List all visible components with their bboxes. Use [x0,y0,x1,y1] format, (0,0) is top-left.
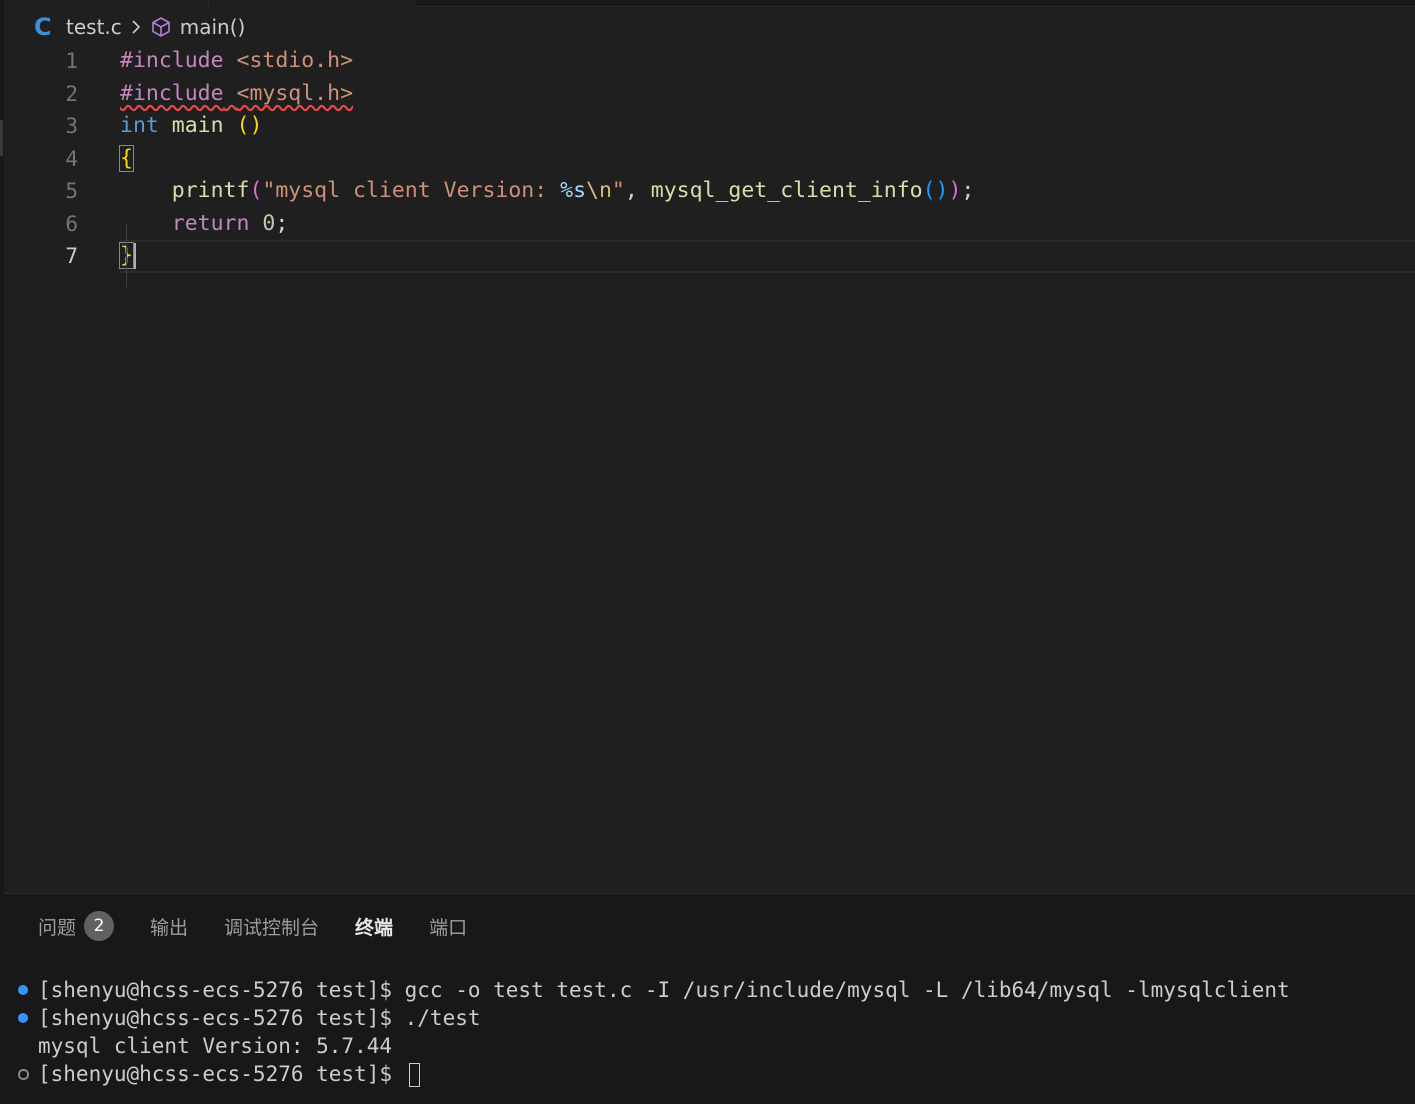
line-number: 3 [65,114,78,138]
line-number-active: 7 [65,244,78,268]
terminal-line: [shenyu@hcss-ecs-5276 test]$ ./test [14,1004,1415,1032]
tab-debug-console[interactable]: 调试控制台 [224,913,319,940]
line-number: 4 [65,146,78,171]
code-line-2[interactable]: #include <mysql.h> [120,78,1415,111]
paren-pair: () [236,113,263,138]
command-decoration-icon[interactable] [18,985,28,995]
code-editor[interactable]: 1 2 3 4 5 6 7 #include <stdio.h> #includ… [4,45,1415,885]
text-cursor [133,243,136,269]
command-decoration-icon[interactable] [18,1013,28,1023]
line-number: 1 [65,49,78,73]
preprocessor-directive: #include [120,80,224,106]
paren-close: ) [948,178,962,203]
type-keyword: int [120,113,159,138]
breadcrumb-file[interactable]: test.c [66,15,122,39]
tab-bar-empty-area [416,0,1415,7]
chevron-right-icon [130,18,142,36]
semicolon: ; [961,178,975,203]
scroll-marker [0,120,3,156]
tab-output[interactable]: 输出 [150,913,188,940]
string-literal-end: " [611,178,625,203]
tab-problems[interactable]: 问题 2 [38,911,115,941]
tab-ports[interactable]: 端口 [429,913,467,940]
code-lines[interactable]: #include <stdio.h> #include <mysql.h> in… [119,45,1415,273]
terminal-line-text: [shenyu@hcss-ecs-5276 test]$ gcc -o test… [38,978,1290,1002]
breadcrumb: C test.c main() [34,12,245,42]
terminal-prompt-text: [shenyu@hcss-ecs-5276 test]$ [38,1062,405,1086]
number-literal: 0 [262,210,276,236]
open-brace: { [119,144,134,172]
include-header: <stdio.h> [236,48,354,73]
tab-terminal[interactable]: 终端 [355,913,393,940]
function-name: main [171,113,224,138]
code-line-6[interactable]: return 0; [120,208,1415,241]
tab-problems-label: 问题 [38,916,77,939]
preprocessor-directive: #include [120,48,224,73]
function-call: printf [171,178,250,203]
terminal-line: mysql client Version: 5.7.44 [14,1032,1415,1060]
line-number: 6 [65,211,78,236]
semicolon: ; [275,210,289,236]
paren-pair: () [922,178,949,203]
code-line-3[interactable]: int main () [120,110,1415,143]
code-line-7[interactable]: } [119,240,1415,273]
paren-open: ( [249,178,263,203]
function-call: mysql_get_client_info [650,178,923,203]
problems-count-badge: 2 [84,911,115,941]
panel-tab-bar: 问题 2 输出 调试控制台 终端 端口 [38,910,503,942]
terminal-line: [shenyu@hcss-ecs-5276 test]$ gcc -o test… [14,976,1415,1004]
command-decoration-hollow-icon[interactable] [18,1069,29,1080]
return-keyword: return [171,210,250,236]
comma: , [624,178,651,203]
terminal-line-text: mysql client Version: 5.7.44 [38,1034,393,1058]
escape-sequence: \n [586,178,612,203]
c-file-icon: C [34,13,52,41]
line-number: 2 [65,81,78,106]
code-line-4[interactable]: { [119,143,1415,176]
code-line-1[interactable]: #include <stdio.h> [120,45,1415,78]
terminal-cursor [408,1063,420,1087]
line-number: 5 [65,179,78,203]
breadcrumb-symbol[interactable]: main() [180,15,246,39]
indent-guide [126,223,127,287]
string-literal: "mysql client Version: [262,178,561,203]
include-header-error: <mysql.h> [236,80,354,106]
code-line-5[interactable]: printf("mysql client Version: %s\n", mys… [120,175,1415,208]
terminal-line: [shenyu@hcss-ecs-5276 test]$ [14,1060,1415,1088]
editor-tab-bar [0,0,1415,7]
terminal-output[interactable]: [shenyu@hcss-ecs-5276 test]$ gcc -o test… [14,976,1415,1088]
line-number-gutter: 1 2 3 4 5 6 7 [4,45,86,273]
editor-tab[interactable] [208,0,417,6]
format-specifier: %s [560,178,587,203]
terminal-line-text: [shenyu@hcss-ecs-5276 test]$ ./test [38,1006,481,1030]
bottom-panel: 问题 2 输出 调试控制台 终端 端口 [shenyu@hcss-ecs-527… [4,893,1415,1104]
cube-icon [150,16,172,38]
